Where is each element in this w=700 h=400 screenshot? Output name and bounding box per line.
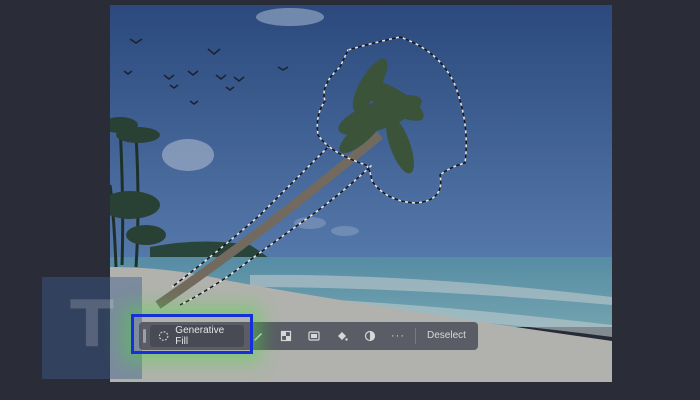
invert-icon (280, 330, 292, 342)
sparkle-icon (158, 331, 169, 341)
invert-selection-button[interactable] (272, 325, 300, 347)
watermark-logo: T (42, 277, 142, 379)
fill-selection-button[interactable] (328, 325, 356, 347)
drag-handle[interactable] (143, 329, 146, 343)
adjustment-button[interactable] (356, 325, 384, 347)
deselect-button[interactable]: Deselect (419, 325, 474, 347)
brush-icon (254, 333, 262, 341)
generative-fill-button[interactable]: Generative Fill (150, 325, 244, 347)
more-icon: ··· (391, 330, 405, 342)
modify-selection-button[interactable] (244, 325, 272, 347)
mask-button[interactable] (300, 325, 328, 347)
paint-bucket-icon (338, 332, 348, 341)
more-options-button[interactable]: ··· (384, 325, 412, 347)
toolbar-divider (415, 328, 416, 344)
generative-fill-label: Generative Fill (175, 325, 225, 347)
half-circle-icon (364, 330, 376, 342)
contextual-taskbar: Generative Fill ··· Deselect (139, 322, 478, 350)
mask-icon (308, 331, 320, 341)
